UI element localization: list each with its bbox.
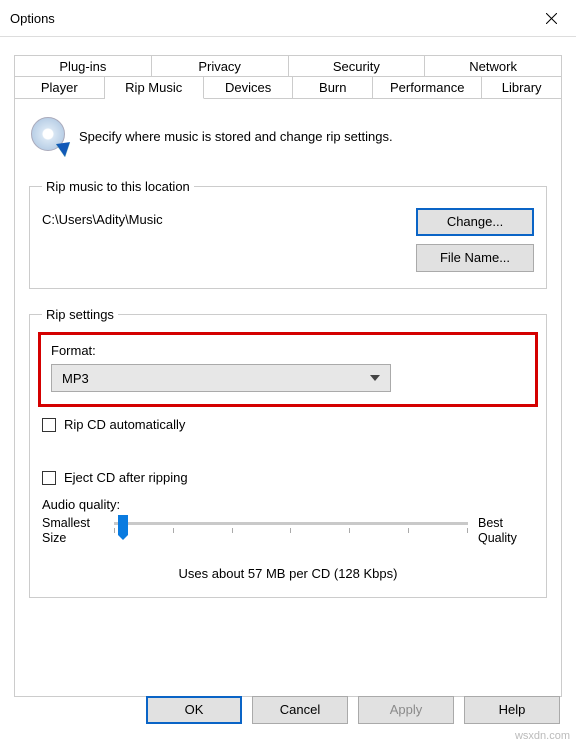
tab-burn[interactable]: Burn: [293, 76, 373, 99]
intro-text: Specify where music is stored and change…: [79, 129, 393, 144]
tab-security[interactable]: Security: [289, 55, 426, 77]
rip-settings-group: Rip settings Format: MP3 Rip CD automati…: [29, 307, 547, 598]
dialog-buttons: OK Cancel Apply Help: [0, 696, 576, 724]
quality-slider[interactable]: [114, 516, 468, 525]
rip-auto-label: Rip CD automatically: [64, 417, 185, 432]
tab-library[interactable]: Library: [482, 76, 562, 99]
title-bar: Options: [0, 0, 576, 37]
audio-quality-label: Audio quality:: [42, 497, 534, 512]
change-button[interactable]: Change...: [416, 208, 534, 236]
rip-settings-legend: Rip settings: [42, 307, 118, 322]
tab-plugins[interactable]: Plug-ins: [14, 55, 152, 77]
tab-devices[interactable]: Devices: [204, 76, 294, 99]
tab-strip: Plug-ins Privacy Security Network Player…: [14, 55, 562, 99]
eject-label: Eject CD after ripping: [64, 470, 188, 485]
tab-pane: Specify where music is stored and change…: [14, 99, 562, 697]
location-group: Rip music to this location C:\Users\Adit…: [29, 179, 547, 289]
tab-player[interactable]: Player: [14, 76, 105, 99]
eject-checkbox[interactable]: Eject CD after ripping: [42, 470, 534, 485]
watermark: wsxdn.com: [515, 730, 570, 742]
close-button[interactable]: [534, 6, 568, 30]
checkbox-icon: [42, 418, 56, 432]
cancel-button[interactable]: Cancel: [252, 696, 348, 724]
window-title: Options: [10, 11, 55, 26]
ok-button[interactable]: OK: [146, 696, 242, 724]
tab-performance[interactable]: Performance: [373, 76, 482, 99]
chevron-down-icon: [370, 375, 380, 381]
location-legend: Rip music to this location: [42, 179, 194, 194]
format-select[interactable]: MP3: [51, 364, 391, 392]
best-quality-label: Best Quality: [478, 516, 534, 546]
rip-location-path: C:\Users\Adity\Music: [42, 208, 163, 227]
close-icon: [546, 13, 557, 24]
tab-privacy[interactable]: Privacy: [152, 55, 289, 77]
tab-rip-music[interactable]: Rip Music: [105, 76, 204, 99]
format-highlight: Format: MP3: [38, 332, 538, 407]
checkbox-icon: [42, 471, 56, 485]
tab-network[interactable]: Network: [425, 55, 562, 77]
format-value: MP3: [62, 371, 89, 386]
format-label: Format:: [51, 343, 525, 358]
usage-text: Uses about 57 MB per CD (128 Kbps): [42, 566, 534, 581]
rip-auto-checkbox[interactable]: Rip CD automatically: [42, 417, 534, 432]
file-name-button[interactable]: File Name...: [416, 244, 534, 272]
help-button[interactable]: Help: [464, 696, 560, 724]
rip-cd-icon: [31, 117, 69, 155]
smallest-size-label: Smallest Size: [42, 516, 104, 546]
apply-button[interactable]: Apply: [358, 696, 454, 724]
